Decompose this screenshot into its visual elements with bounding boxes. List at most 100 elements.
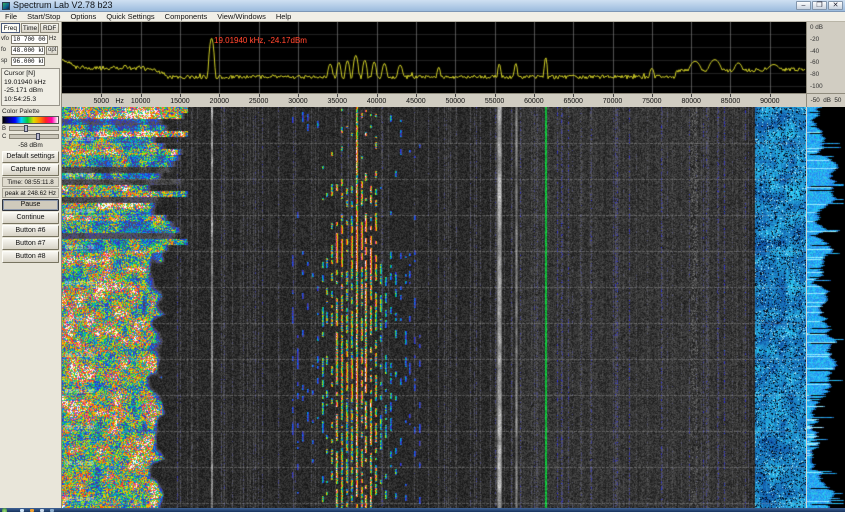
spectrum-db-scale: 0 dB-20-40-60-80-100: [806, 22, 845, 93]
menu-item-options[interactable]: Options: [65, 12, 101, 22]
ruler-tick: [730, 94, 731, 97]
field-suffix-vfo: Hz: [49, 36, 56, 42]
ruler-tick: [298, 94, 299, 97]
palette-slider-label: B: [2, 126, 9, 132]
db-scale-label: -100: [807, 81, 845, 93]
peak-display: peak at 248.62 Hz: [2, 188, 59, 198]
palette-sliders: BC: [0, 125, 61, 140]
db-scale-label: -40: [807, 46, 845, 58]
ruler-tick: [455, 94, 456, 97]
color-palette-section: Color Palette BC -58 dBm: [0, 108, 61, 149]
field-label-fo: fo: [1, 47, 11, 53]
ruler-tick: [573, 94, 574, 97]
minimize-button[interactable]: –: [796, 1, 811, 10]
ruler-label: 25000: [243, 98, 275, 105]
ruler-label: 80000: [675, 98, 707, 105]
palette-slider-track[interactable]: [9, 134, 59, 139]
title-bar[interactable]: Spectrum Lab V2.78 b23 –❐✕: [0, 0, 845, 12]
tab-time[interactable]: Time: [21, 23, 40, 33]
frequency-fields: vfoHz fo opt sp: [0, 34, 61, 66]
cursor-time: 10:54:25.3: [4, 96, 57, 105]
cursor-title: Cursor [N]: [4, 70, 57, 79]
ruler-label: 55000: [479, 98, 511, 105]
ruler-label: 65000: [557, 98, 589, 105]
tab-freq[interactable]: Freq: [1, 23, 20, 33]
ruler-label: 75000: [636, 98, 668, 105]
field-label-sp: sp: [1, 58, 11, 64]
menu-item-quick-settings[interactable]: Quick Settings: [101, 12, 159, 22]
db-scale-label: -20: [807, 34, 845, 46]
field-suffix-fo[interactable]: opt: [46, 46, 58, 55]
button-button-7[interactable]: Button #7: [2, 238, 59, 250]
waterfall-display[interactable]: [62, 107, 806, 508]
field-row-vfo: vfoHz: [1, 34, 60, 44]
palette-slider-row-c: C: [2, 133, 59, 140]
palette-slider-track[interactable]: [9, 126, 59, 131]
maximize-button[interactable]: ❐: [812, 1, 827, 10]
ruler-label: 20000: [203, 98, 235, 105]
menu-item-start-stop[interactable]: Start/Stop: [22, 12, 65, 22]
peak-annotation: 19.01940 kHz, -24.17dBm: [214, 36, 307, 45]
ruler-label: 60000: [518, 98, 550, 105]
mode-tabs: FreqTimeRDF: [1, 23, 60, 33]
frequency-ruler: 5000100001500020000250003000035000400004…: [62, 93, 806, 107]
ruler-label: 90000: [754, 98, 786, 105]
db-scale-label: -80: [807, 69, 845, 81]
ruler-tick: [416, 94, 417, 97]
ruler-tick: [613, 94, 614, 97]
ruler-tick: [219, 94, 220, 97]
button-continue[interactable]: Continue: [2, 212, 59, 224]
palette-slider-thumb[interactable]: [36, 133, 40, 140]
button-default-settings[interactable]: Default settings: [2, 151, 59, 163]
ruler-tick: [652, 94, 653, 97]
button-capture-now[interactable]: Capture now: [2, 164, 59, 176]
menu-item-file[interactable]: File: [0, 12, 22, 22]
amplitude-scale-header: -50 dB 50: [806, 93, 845, 107]
button-pause[interactable]: Pause: [2, 199, 59, 211]
spectrum-plot[interactable]: [62, 22, 806, 93]
ruler-tick: [101, 94, 102, 97]
app-icon: [2, 2, 10, 10]
ruler-tick: [770, 94, 771, 97]
spectrum-lab-window: Spectrum Lab V2.78 b23 –❐✕ FileStart/Sto…: [0, 0, 845, 512]
ruler-tick: [691, 94, 692, 97]
ruler-tick: [259, 94, 260, 97]
cursor-level: -25.171 dBm: [4, 87, 57, 96]
button-button-8[interactable]: Button #8: [2, 251, 59, 263]
ruler-label: 70000: [597, 98, 629, 105]
ruler-tick: [141, 94, 142, 97]
menu-item-help[interactable]: Help: [271, 12, 296, 22]
start-orb-icon[interactable]: [2, 508, 7, 512]
palette-ref-level: -58 dBm: [0, 142, 61, 149]
ruler-label: 15000: [164, 98, 196, 105]
palette-gradient[interactable]: [2, 116, 59, 124]
ruler-label: 5000: [85, 98, 117, 105]
menu-item-view-windows[interactable]: View/Windows: [212, 12, 271, 22]
control-panel: FreqTimeRDF vfoHz fo opt sp Cursor [N] 19.0…: [0, 22, 62, 508]
field-input-vfo[interactable]: [11, 35, 48, 44]
button-button-6[interactable]: Button #6: [2, 225, 59, 237]
menu-item-components[interactable]: Components: [160, 12, 213, 22]
ruler-label: 30000: [282, 98, 314, 105]
field-input-sp[interactable]: [11, 57, 45, 66]
ruler-tick: [495, 94, 496, 97]
ruler-tick: [180, 94, 181, 97]
ruler-label: 85000: [714, 98, 746, 105]
ruler-tick: [377, 94, 378, 97]
ruler-tick: [534, 94, 535, 97]
time-display: Time: 08:55:11.8: [2, 177, 59, 187]
menu-bar: FileStart/StopOptionsQuick SettingsCompo…: [0, 12, 845, 22]
ruler-tick: [337, 94, 338, 97]
cursor-frequency: 19.01940 kHz: [4, 79, 57, 88]
field-input-fo[interactable]: [11, 46, 45, 55]
sidebar-buttons: Default settingsCapture nowTime: 08:55:1…: [0, 151, 61, 263]
windows-taskbar[interactable]: [0, 508, 845, 512]
cursor-readout: Cursor [N] 19.01940 kHz -25.171 dBm 10:5…: [1, 68, 60, 106]
palette-slider-thumb[interactable]: [24, 125, 28, 132]
close-button[interactable]: ✕: [828, 1, 843, 10]
window-title: Spectrum Lab V2.78 b23: [13, 0, 113, 11]
tab-rdf[interactable]: RDF: [40, 23, 59, 33]
palette-title: Color Palette: [2, 108, 59, 115]
window-controls: –❐✕: [796, 1, 843, 10]
ruler-label: 45000: [400, 98, 432, 105]
